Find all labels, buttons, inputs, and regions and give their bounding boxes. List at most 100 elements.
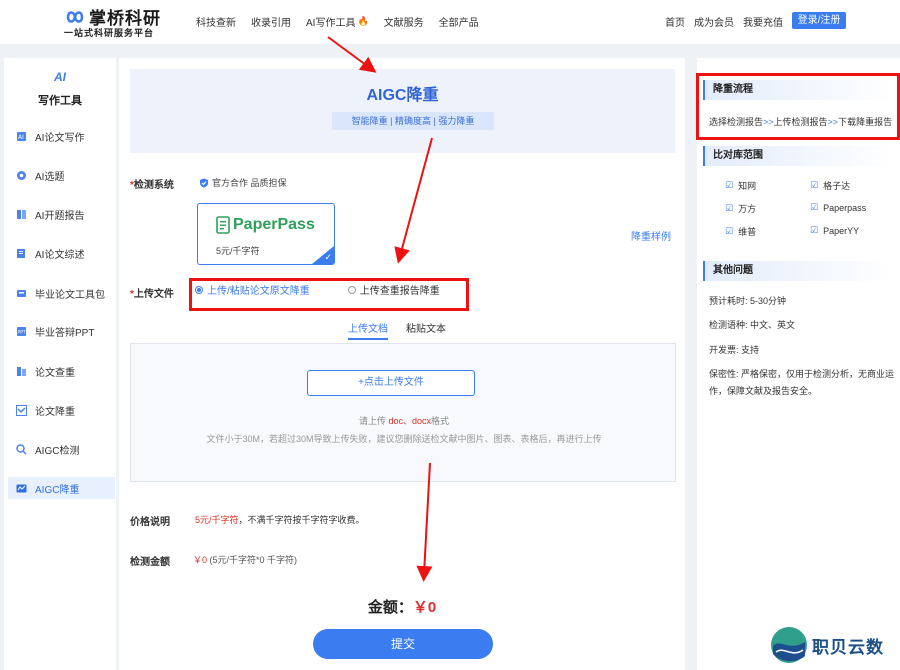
infinity-logo-icon (66, 10, 84, 23)
svg-text:AI: AI (18, 134, 24, 141)
upload-file-button[interactable]: +点击上传文件 (307, 370, 475, 396)
sidebar-title: 写作工具 (38, 95, 82, 107)
main-nav: 科技查新 收录引用 AI写作工具 🔥 文献服务 全部产品 (196, 14, 494, 29)
sidebar-item-label: AI开题报告 (35, 210, 85, 222)
paperpass-name: PaperPass (233, 216, 315, 233)
upload-size-hint: 文件小于30M，若超过30M导致上传失败，建议您删除送检文献中图片、图表、表格后… (206, 434, 602, 444)
upload-label-text: 上传文件 (133, 289, 174, 300)
svg-text:PPT: PPT (18, 329, 26, 335)
amount-red: ￥0 (193, 555, 208, 565)
upload-format-hint: 请上传 doc、docx格式 (131, 414, 677, 427)
check-icon: ☑ (810, 180, 819, 190)
library-name: PaperYY (823, 225, 860, 236)
watermark: 职贝云数 (770, 626, 884, 664)
hint-formats: doc、docx (388, 416, 432, 426)
amount-value: ￥0 (5元/千字符*0 千字符) (193, 553, 297, 566)
login-button[interactable]: 登录/注册 (792, 12, 846, 29)
faq-invoice: 开发票: 支持 (709, 345, 760, 355)
toolkit-icon (17, 289, 26, 297)
library-item: ☑ 格子达 (810, 179, 850, 192)
check-icon: ☑ (810, 225, 819, 235)
check-icon: ☑ (725, 180, 734, 190)
brand-tagline: 一站式科研服务平台 (64, 28, 155, 38)
page-title: AIGC降重 (366, 87, 439, 104)
library-item: ☑ 维普 (725, 225, 756, 238)
faq-privacy: 保密性: 严格保密，仅用于检测分析，无商业运作，保障文献及报告安全。 (709, 369, 895, 396)
upload-dropzone[interactable]: +点击上传文件 请上传 doc、docx格式 文件小于30M，若超过30M导致上… (130, 343, 676, 482)
trend-down-icon (16, 404, 27, 416)
sidebar-item-aigc-detect[interactable]: AIGC检测 (8, 438, 115, 460)
price-rate: 5元/千字符 (195, 515, 239, 525)
check-icon: ☑ (725, 203, 734, 213)
nav-item-ai-writing[interactable]: AI写作工具 🔥 (306, 14, 369, 29)
sidebar-item-ai-proposal[interactable]: AI开题报告 (8, 203, 115, 225)
nav-membership[interactable]: 成为会员 (694, 14, 734, 29)
total-amount: 金额：￥0 (119, 596, 685, 617)
ppt-icon: PPT (17, 326, 26, 336)
nav-ai-writing-label: AI写作工具 (306, 18, 356, 29)
sidebar-item-defense-ppt[interactable]: PPT 毕业答辩PPT (8, 320, 115, 342)
document-ai-icon: AI (17, 131, 26, 141)
watermark-text: 职贝云数 (812, 637, 884, 657)
check-icon: ☑ (810, 202, 819, 212)
system-note-text: 官方合作 品质担保 (212, 178, 287, 188)
faq-time: 预计耗时: 5-30分钟 (709, 296, 787, 306)
review-icon (17, 248, 25, 258)
sidebar-header: AI 写作工具 (4, 68, 116, 108)
nav-item-novelty[interactable]: 科技查新 (196, 14, 236, 29)
sidebar-item-label: 论文查重 (35, 367, 75, 379)
upload-tabs: 上传文档 粘贴文本 (348, 320, 464, 340)
amount-detail: (5元/千字符*0 千字符) (207, 555, 298, 565)
sidebar-item-label: AIGC降重 (35, 484, 80, 496)
amount-label: 检测金额 (130, 557, 170, 568)
main-panel: AIGC降重 智能降重 | 精确度高 | 强力降重 *检测系统 官方合作 品质担… (119, 58, 685, 670)
sidebar-item-ai-topic[interactable]: AI选题 (8, 164, 115, 186)
sidebar-item-label: 论文降重 (35, 406, 75, 418)
sidebar-item-ai-review[interactable]: AI论文综述 (8, 242, 115, 264)
wave-logo-icon (771, 627, 807, 663)
tab-upload-document[interactable]: 上传文档 (348, 320, 388, 340)
search-icon (16, 443, 27, 455)
check-icon: ✓ (324, 252, 332, 262)
library-title: 比对库范围 (703, 146, 896, 166)
top-bar: 掌桥科研 一站式科研服务平台 科技查新 收录引用 AI写作工具 🔥 文献服务 全部… (0, 0, 900, 44)
system-note: 官方合作 品质担保 (199, 176, 287, 189)
sidebar-item-label: AIGC检测 (35, 445, 80, 457)
annotation-box-upload-mode (189, 278, 469, 311)
nav-item-literature[interactable]: 文献服务 (384, 14, 424, 29)
nav-home[interactable]: 首页 (665, 14, 685, 29)
hero-banner: AIGC降重 智能降重 | 精确度高 | 强力降重 (130, 69, 675, 153)
annotation-box-flow (696, 73, 900, 140)
nav-item-all-products[interactable]: 全部产品 (439, 14, 479, 29)
hint-suffix: 格式 (431, 416, 450, 426)
library-name: 知网 (738, 181, 757, 191)
system-label-text: 检测系统 (133, 180, 174, 191)
info-panel: 降重流程 选择检测报告>>上传检测报告>>下载降重报告 比对库范围 ☑ 知网 ☑ 格… (697, 58, 900, 670)
check-icon: ☑ (725, 226, 734, 236)
paperpass-logo: PaperPass (216, 216, 315, 234)
sidebar-item-thesis-toolkit[interactable]: 毕业论文工具包 (8, 282, 115, 304)
faq-language: 检测语种: 中文、英文 (709, 320, 796, 330)
paperpass-card[interactable]: PaperPass 5元/千字符 ✓ (197, 203, 335, 265)
library-item: ☑ 万方 (725, 202, 756, 215)
feature-tags: 智能降重 | 精确度高 | 强力降重 (332, 112, 494, 130)
upload-label: *上传文件 (130, 285, 174, 300)
bulb-icon (17, 170, 26, 180)
sidebar-item-ai-paper-writing[interactable]: AI AI论文写作 (8, 125, 115, 147)
library-name: 万方 (738, 204, 757, 214)
nav-recharge[interactable]: 我要充值 (743, 14, 783, 29)
ai-icon: AI (54, 70, 66, 84)
sample-link[interactable]: 降重样例 (631, 228, 671, 243)
site-logo[interactable]: 掌桥科研 一站式科研服务平台 (62, 4, 172, 40)
nav-right: 首页 成为会员 我要充值 (665, 14, 792, 29)
nav-item-citation[interactable]: 收录引用 (251, 14, 291, 29)
library-name: Paperpass (823, 202, 867, 213)
sidebar-item-paper-rewrite[interactable]: 论文降重 (8, 399, 115, 421)
report-icon (17, 209, 26, 219)
total-value: ￥0 (412, 599, 437, 616)
sidebar-item-label: 毕业论文工具包 (35, 289, 105, 301)
tab-paste-text[interactable]: 粘贴文本 (406, 320, 446, 340)
sidebar-item-aigc-rewrite[interactable]: AIGC降重 (8, 477, 115, 499)
submit-button[interactable]: 提交 (313, 629, 493, 659)
sidebar-item-plagiarism-check[interactable]: 论文查重 (8, 360, 115, 382)
